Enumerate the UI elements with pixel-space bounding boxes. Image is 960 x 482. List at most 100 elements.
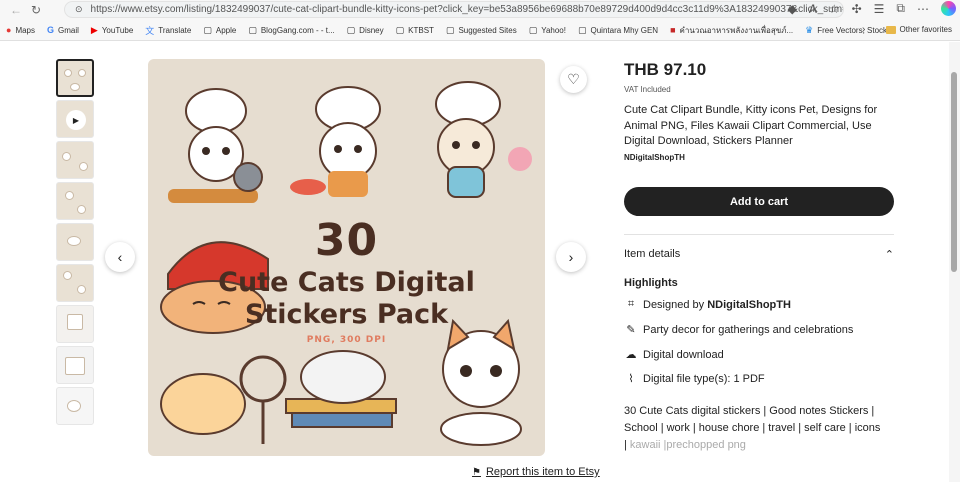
frame-mini (67, 314, 83, 330)
highlights-heading: Highlights (624, 277, 678, 289)
headline-line1: Cute Cats Digital (218, 267, 475, 298)
extensions-puzzle-icon[interactable]: ✣ (852, 2, 862, 16)
thumbnail-4[interactable] (56, 182, 94, 220)
thumbnail-6[interactable] (56, 264, 94, 302)
chevron-right-icon[interactable]: › (862, 24, 865, 35)
chevron-right-icon: › (568, 249, 574, 265)
chef-cat-2 (290, 86, 381, 197)
description-faded-text: kawaii |prechopped png (629, 439, 746, 451)
listing-description: 30 Cute Cats digital stickers | Good not… (624, 403, 886, 454)
read-aloud-icon[interactable]: A (809, 2, 817, 16)
bookmark-quintara[interactable]: ▢ Quintara Mhy GEN (578, 25, 658, 36)
add-to-cart-button[interactable]: Add to cart (624, 187, 894, 216)
chevron-up-icon: ⌃ (884, 249, 894, 261)
thumbnail-7[interactable] (56, 305, 94, 343)
bookmarks-bar: ● Maps G Gmail ▶ YouTube 文 Translate ▢ Apple … (0, 20, 960, 41)
favorites-icon[interactable]: ☰ (874, 2, 885, 16)
thumbnail-1[interactable] (56, 59, 94, 97)
page-icon: ▢ (203, 24, 212, 35)
bookmark-apple[interactable]: ▢ Apple (203, 25, 236, 36)
cat-mini (63, 271, 72, 280)
flag-icon: ⚑ (472, 466, 481, 478)
headline-number: 30 (314, 215, 379, 266)
page-icon: ▢ (577, 24, 587, 35)
cat-mini (62, 152, 71, 161)
thumbnail-9[interactable] (56, 387, 94, 425)
copilot-icon[interactable] (941, 1, 956, 16)
youtube-icon: ▶ (90, 24, 98, 35)
item-details-toggle[interactable]: Item details ⌃ (624, 248, 894, 261)
translate-icon: 文 (145, 25, 155, 36)
chevron-left-icon: ‹ (117, 249, 123, 265)
bookmark-youtube[interactable]: ▶ YouTube (91, 25, 133, 36)
back-icon[interactable]: ← (6, 0, 26, 20)
headline-subtitle: PNG, 300 DPI (306, 335, 387, 345)
chef-cat-3 (435, 81, 532, 198)
page-icon: ▢ (248, 24, 257, 35)
cat-mini (67, 236, 81, 246)
thumbnail-3[interactable] (56, 141, 94, 179)
maps-pin-icon: ● (6, 25, 12, 35)
page-icon: ▢ (528, 24, 538, 35)
scrollbar-thumb[interactable] (951, 72, 957, 272)
price: THB 97.10 (624, 60, 707, 79)
page-icon: ▢ (445, 24, 455, 35)
chef-cat-1 (168, 88, 263, 203)
page-scrollbar[interactable] (949, 42, 960, 482)
site-info-icon[interactable]: ⊙ (75, 4, 83, 15)
highlight-party-decor: ✎ Party decor for gatherings and celebra… (624, 323, 853, 337)
vectors-icon: ♛ (805, 24, 814, 35)
report-item-link[interactable]: ⚑ Report this item to Etsy (472, 466, 600, 478)
collections-icon[interactable]: ⧉ (896, 1, 905, 16)
highlight-file-types: ⌇ Digital file type(s): 1 PDF (624, 372, 764, 386)
cat-mini (78, 69, 86, 77)
bookmark-thai-site[interactable]: ■ คำนวณอาหารพลังงานเพื่อสุขภ์... (670, 24, 793, 37)
party-icon: ✎ (626, 324, 636, 336)
item-details-label: Item details (624, 248, 681, 260)
favorite-heart-button[interactable]: ♡ (560, 66, 587, 93)
bookmark-ktbst[interactable]: ▢ KTBST (396, 25, 434, 36)
bookmark-maps[interactable]: ● Maps (6, 25, 35, 35)
bookmark-gmail[interactable]: G Gmail (47, 25, 79, 35)
cat-mini (77, 285, 86, 294)
cat-mini (79, 162, 88, 171)
cat-mini (64, 69, 72, 77)
flag-icon: ■ (670, 25, 676, 35)
cat-on-books (285, 350, 397, 428)
bookmark-bloggang[interactable]: ▢ BlogGang.com - - t... (248, 25, 334, 36)
next-image-button[interactable]: › (556, 242, 586, 272)
more-menu-icon[interactable]: ⋯ (917, 2, 929, 16)
bookmark-disney[interactable]: ▢ Disney (347, 25, 384, 36)
cat-mini (70, 83, 80, 91)
designer-shop-link[interactable]: NDigitalShopTH (707, 299, 791, 311)
play-icon: ▶ (66, 110, 86, 130)
bookmark-suggested-sites[interactable]: ▢ Suggested Sites (446, 25, 517, 36)
browser-toolbar: ← ↻ ⊙ https://www.etsy.com/listing/18324… (0, 0, 960, 20)
designer-icon: ⌗ (627, 298, 635, 310)
page-icon: ▢ (395, 24, 405, 35)
browser-actions: ◆ A ☆ ✣ ☰ ⧉ ⋯ (788, 1, 956, 16)
cloud-download-icon: ☁ (625, 349, 637, 361)
address-bar[interactable]: ⊙ https://www.etsy.com/listing/183249903… (64, 1, 844, 18)
frame-mini (65, 357, 85, 375)
previous-image-button[interactable]: ‹ (105, 242, 135, 272)
bookmark-yahoo[interactable]: ▢ Yahoo! (529, 25, 566, 36)
extension-icon[interactable]: ◆ (788, 2, 797, 16)
thumbnail-list: ▶ (56, 59, 94, 428)
product-image-headline: 30 Cute Cats Digital Stickers Pack PNG, … (148, 215, 545, 346)
thumbnail-5[interactable] (56, 223, 94, 261)
shop-name-link[interactable]: NDigitalShopTH (624, 153, 685, 162)
listing-title: Cute Cat Clipart Bundle, Kitty icons Pet… (624, 104, 878, 147)
gmail-icon: G (47, 25, 55, 35)
highlight-digital-download: ☁ Digital download (625, 348, 724, 362)
thumbnail-8[interactable] (56, 346, 94, 384)
listing-page: ▶ 30 Cute Cats Digital Stickers Pack PNG… (0, 42, 960, 482)
cat-mini (65, 191, 74, 200)
folder-icon (885, 25, 896, 34)
favorite-star-icon[interactable]: ☆ (829, 2, 840, 16)
other-favorites[interactable]: Other favorites (885, 25, 952, 34)
bookmark-free-vectors[interactable]: ♛ Free Vectors, Stock... (805, 25, 894, 36)
reload-icon[interactable]: ↻ (26, 0, 46, 20)
bookmark-translate[interactable]: 文 Translate (145, 24, 191, 37)
thumbnail-video[interactable]: ▶ (56, 100, 94, 138)
